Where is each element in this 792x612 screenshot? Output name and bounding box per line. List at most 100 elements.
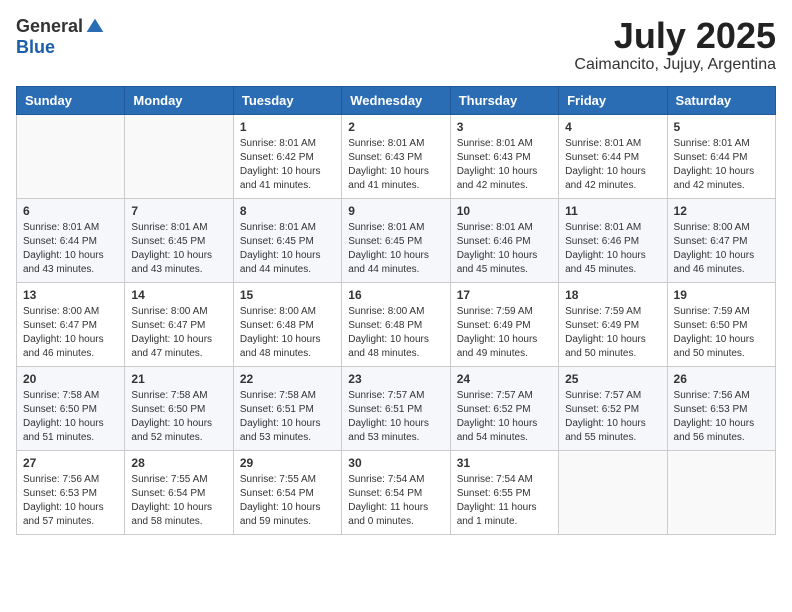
logo-icon [85, 17, 105, 37]
day-info: Sunrise: 8:00 AMSunset: 6:48 PMDaylight:… [240, 305, 335, 361]
day-info: Sunrise: 8:01 AMSunset: 6:46 PMDaylight:… [565, 221, 660, 277]
day-number: 14 [131, 288, 226, 302]
day-number: 20 [23, 372, 118, 386]
day-number: 4 [565, 120, 660, 134]
table-row [559, 450, 667, 534]
day-number: 21 [131, 372, 226, 386]
table-row: 20 Sunrise: 7:58 AMSunset: 6:50 PMDayligh… [17, 366, 125, 450]
table-row: 5 Sunrise: 8:01 AMSunset: 6:44 PMDaylight… [667, 114, 775, 198]
table-row: 26 Sunrise: 7:56 AMSunset: 6:53 PMDayligh… [667, 366, 775, 450]
day-number: 30 [348, 456, 443, 470]
day-number: 7 [131, 204, 226, 218]
day-info: Sunrise: 7:56 AMSunset: 6:53 PMDaylight:… [674, 389, 769, 445]
day-number: 27 [23, 456, 118, 470]
day-info: Sunrise: 8:01 AMSunset: 6:43 PMDaylight:… [457, 137, 552, 193]
day-number: 2 [348, 120, 443, 134]
day-info: Sunrise: 8:01 AMSunset: 6:44 PMDaylight:… [23, 221, 118, 277]
table-row: 21 Sunrise: 7:58 AMSunset: 6:50 PMDayligh… [125, 366, 233, 450]
day-number: 16 [348, 288, 443, 302]
day-info: Sunrise: 7:54 AMSunset: 6:55 PMDaylight:… [457, 473, 552, 529]
day-number: 8 [240, 204, 335, 218]
calendar-week-row: 13 Sunrise: 8:00 AMSunset: 6:47 PMDayligh… [17, 282, 776, 366]
day-info: Sunrise: 8:01 AMSunset: 6:46 PMDaylight:… [457, 221, 552, 277]
day-number: 17 [457, 288, 552, 302]
day-info: Sunrise: 7:55 AMSunset: 6:54 PMDaylight:… [240, 473, 335, 529]
col-thursday: Thursday [450, 86, 558, 114]
table-row: 31 Sunrise: 7:54 AMSunset: 6:55 PMDayligh… [450, 450, 558, 534]
calendar-header-row: Sunday Monday Tuesday Wednesday Thursday… [17, 86, 776, 114]
day-info: Sunrise: 8:01 AMSunset: 6:45 PMDaylight:… [240, 221, 335, 277]
day-number: 15 [240, 288, 335, 302]
day-number: 1 [240, 120, 335, 134]
day-info: Sunrise: 8:01 AMSunset: 6:43 PMDaylight:… [348, 137, 443, 193]
table-row: 8 Sunrise: 8:01 AMSunset: 6:45 PMDaylight… [233, 198, 341, 282]
col-friday: Friday [559, 86, 667, 114]
table-row: 16 Sunrise: 8:00 AMSunset: 6:48 PMDayligh… [342, 282, 450, 366]
table-row: 24Sunrise: 7:57 AMSunset: 6:52 PMDayligh… [450, 366, 558, 450]
table-row [667, 450, 775, 534]
day-info: Sunrise: 8:01 AMSunset: 6:45 PMDaylight:… [131, 221, 226, 277]
day-info: Sunrise: 7:58 AMSunset: 6:51 PMDaylight:… [240, 389, 335, 445]
day-number: 5 [674, 120, 769, 134]
day-number: 26 [674, 372, 769, 386]
table-row: 15 Sunrise: 8:00 AMSunset: 6:48 PMDayligh… [233, 282, 341, 366]
logo-blue: Blue [16, 37, 55, 58]
calendar-week-row: 1 Sunrise: 8:01 AMSunset: 6:42 PMDaylight… [17, 114, 776, 198]
table-row: 10Sunrise: 8:01 AMSunset: 6:46 PMDayligh… [450, 198, 558, 282]
table-row: 12 Sunrise: 8:00 AMSunset: 6:47 PMDayligh… [667, 198, 775, 282]
day-info: Sunrise: 7:55 AMSunset: 6:54 PMDaylight:… [131, 473, 226, 529]
day-number: 11 [565, 204, 660, 218]
table-row: 14 Sunrise: 8:00 AMSunset: 6:47 PMDayligh… [125, 282, 233, 366]
table-row: 7 Sunrise: 8:01 AMSunset: 6:45 PMDaylight… [125, 198, 233, 282]
table-row: 19 Sunrise: 7:59 AMSunset: 6:50 PMDayligh… [667, 282, 775, 366]
day-number: 19 [674, 288, 769, 302]
calendar: Sunday Monday Tuesday Wednesday Thursday… [16, 86, 776, 535]
day-info: Sunrise: 7:58 AMSunset: 6:50 PMDaylight:… [23, 389, 118, 445]
day-info: Sunrise: 8:01 AMSunset: 6:44 PMDaylight:… [674, 137, 769, 193]
day-info: Sunrise: 8:01 AMSunset: 6:42 PMDaylight:… [240, 137, 335, 193]
table-row: 22Sunrise: 7:58 AMSunset: 6:51 PMDayligh… [233, 366, 341, 450]
day-number: 12 [674, 204, 769, 218]
day-info: Sunrise: 7:57 AMSunset: 6:52 PMDaylight:… [565, 389, 660, 445]
table-row: 30 Sunrise: 7:54 AMSunset: 6:54 PMDayligh… [342, 450, 450, 534]
table-row: 4 Sunrise: 8:01 AMSunset: 6:44 PMDaylight… [559, 114, 667, 198]
day-number: 28 [131, 456, 226, 470]
day-info: Sunrise: 7:59 AMSunset: 6:49 PMDaylight:… [565, 305, 660, 361]
calendar-week-row: 27 Sunrise: 7:56 AMSunset: 6:53 PMDayligh… [17, 450, 776, 534]
day-number: 13 [23, 288, 118, 302]
table-row: 28 Sunrise: 7:55 AMSunset: 6:54 PMDayligh… [125, 450, 233, 534]
table-row: 2 Sunrise: 8:01 AMSunset: 6:43 PMDaylight… [342, 114, 450, 198]
table-row: 11 Sunrise: 8:01 AMSunset: 6:46 PMDayligh… [559, 198, 667, 282]
col-saturday: Saturday [667, 86, 775, 114]
table-row: 18 Sunrise: 7:59 AMSunset: 6:49 PMDayligh… [559, 282, 667, 366]
day-info: Sunrise: 8:01 AMSunset: 6:45 PMDaylight:… [348, 221, 443, 277]
table-row: 23 Sunrise: 7:57 AMSunset: 6:51 PMDayligh… [342, 366, 450, 450]
logo-general: General [16, 16, 83, 37]
day-info: Sunrise: 8:00 AMSunset: 6:47 PMDaylight:… [674, 221, 769, 277]
day-info: Sunrise: 7:56 AMSunset: 6:53 PMDaylight:… [23, 473, 118, 529]
day-info: Sunrise: 8:01 AMSunset: 6:44 PMDaylight:… [565, 137, 660, 193]
calendar-week-row: 20 Sunrise: 7:58 AMSunset: 6:50 PMDayligh… [17, 366, 776, 450]
table-row: 9Sunrise: 8:01 AMSunset: 6:45 PMDaylight… [342, 198, 450, 282]
day-number: 18 [565, 288, 660, 302]
day-info: Sunrise: 7:58 AMSunset: 6:50 PMDaylight:… [131, 389, 226, 445]
table-row [17, 114, 125, 198]
day-number: 29 [240, 456, 335, 470]
day-number: 6 [23, 204, 118, 218]
table-row: 17Sunrise: 7:59 AMSunset: 6:49 PMDayligh… [450, 282, 558, 366]
col-monday: Monday [125, 86, 233, 114]
day-number: 31 [457, 456, 552, 470]
table-row [125, 114, 233, 198]
day-number: 23 [348, 372, 443, 386]
day-info: Sunrise: 7:57 AMSunset: 6:51 PMDaylight:… [348, 389, 443, 445]
subtitle: Caimancito, Jujuy, Argentina [574, 56, 776, 74]
day-info: Sunrise: 7:59 AMSunset: 6:50 PMDaylight:… [674, 305, 769, 361]
table-row: 6 Sunrise: 8:01 AMSunset: 6:44 PMDaylight… [17, 198, 125, 282]
day-info: Sunrise: 7:54 AMSunset: 6:54 PMDaylight:… [348, 473, 443, 529]
day-info: Sunrise: 8:00 AMSunset: 6:48 PMDaylight:… [348, 305, 443, 361]
table-row: 27 Sunrise: 7:56 AMSunset: 6:53 PMDayligh… [17, 450, 125, 534]
table-row: 1 Sunrise: 8:01 AMSunset: 6:42 PMDaylight… [233, 114, 341, 198]
day-info: Sunrise: 8:00 AMSunset: 6:47 PMDaylight:… [131, 305, 226, 361]
table-row: 25Sunrise: 7:57 AMSunset: 6:52 PMDayligh… [559, 366, 667, 450]
day-number: 24 [457, 372, 552, 386]
